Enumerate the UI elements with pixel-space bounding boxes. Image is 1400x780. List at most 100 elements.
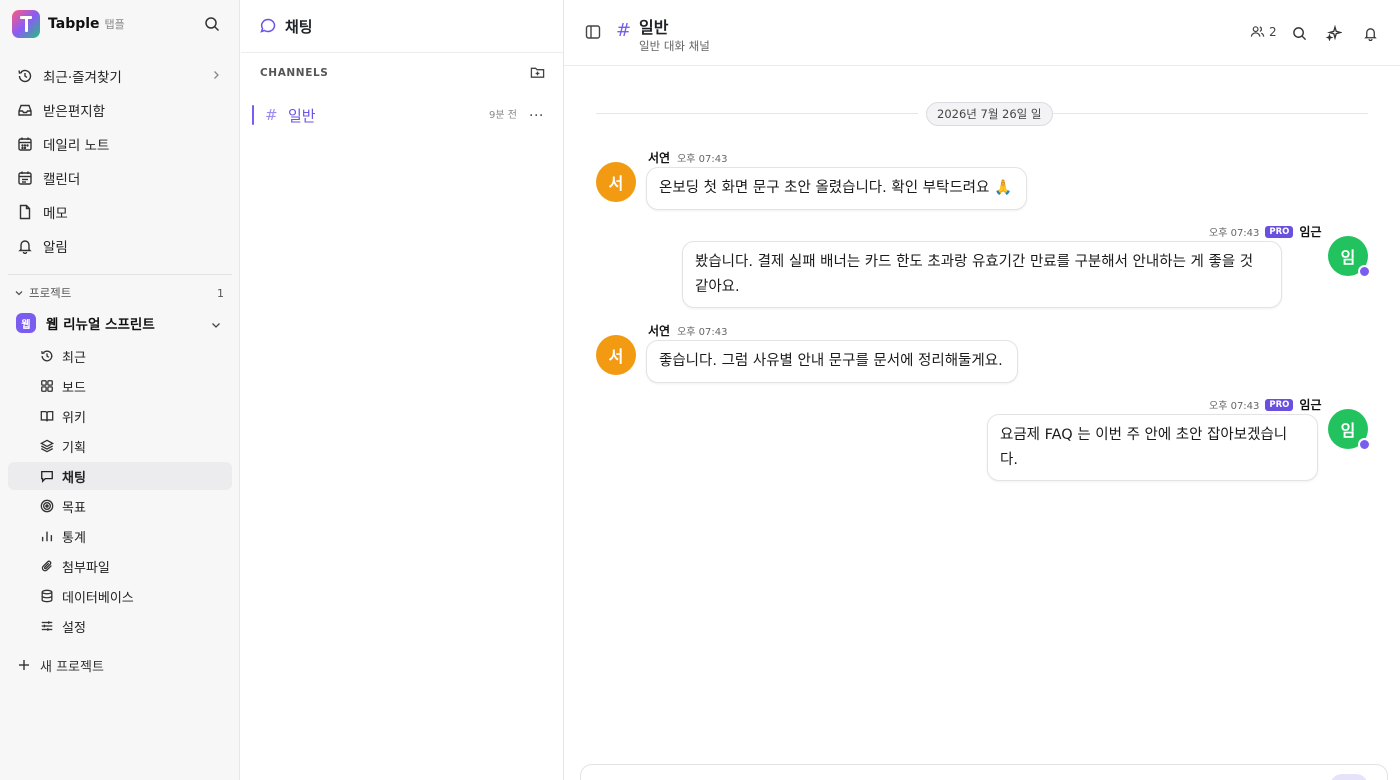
project-item-label: 위키 — [62, 410, 86, 426]
sparkles-icon[interactable] — [1324, 23, 1344, 43]
new-project-button[interactable]: 새 프로젝트 — [8, 652, 232, 678]
nav-label: 캘린더 — [43, 172, 81, 188]
project-item-database[interactable]: 데이터베이스 — [8, 582, 232, 610]
nav-inbox[interactable]: 받은편지함 — [8, 95, 232, 125]
message-author: 임근 — [1299, 225, 1322, 239]
projects-header[interactable]: 프로젝트 1 — [8, 284, 232, 302]
message-input[interactable] — [580, 764, 1388, 780]
project-item-label: 설정 — [62, 620, 86, 636]
history-icon — [39, 348, 55, 364]
message-bubble: 온보딩 첫 화면 문구 초안 올렸습니다. 확인 부탁드려요 🙏 — [646, 167, 1027, 210]
project-web-renewal[interactable]: 웹 웹 리뉴얼 스프린트 — [8, 310, 232, 336]
project-item-label: 채팅 — [62, 470, 86, 486]
channel-item-general[interactable]: # 일반 9분 전 ... — [251, 101, 551, 129]
avatar[interactable]: 임 — [1328, 236, 1371, 278]
users-icon — [1250, 26, 1265, 37]
project-name: 웹 리뉴얼 스프린트 — [46, 317, 155, 333]
nav-daily-note[interactable]: 데일리 노트 — [8, 129, 232, 159]
message-author: 서연 — [648, 151, 671, 165]
status-indicator — [1358, 265, 1371, 278]
date-divider-line — [596, 113, 918, 114]
bar-chart-icon — [39, 528, 55, 544]
brand-name: Tabple — [48, 16, 100, 32]
chevron-right-icon — [210, 69, 222, 85]
channel-panel: 채팅 CHANNELS # 일반 9분 전 ... — [241, 0, 564, 780]
chat-bubble-icon — [259, 17, 277, 35]
project-item-label: 데이터베이스 — [62, 590, 134, 606]
grid-icon — [39, 378, 55, 394]
projects-header-label: 프로젝트 — [29, 286, 72, 300]
nav-label: 알림 — [43, 240, 68, 256]
hash-icon: # — [265, 106, 278, 124]
message-time: 오후 07:43 — [1209, 228, 1260, 239]
members-button[interactable]: 2 — [1250, 24, 1277, 39]
project-item-label: 최근 — [62, 350, 86, 366]
avatar[interactable]: 서 — [596, 162, 636, 202]
calendar-icon — [16, 169, 34, 187]
avatar-initial: 임 — [1340, 421, 1356, 440]
member-count: 2 — [1269, 24, 1277, 39]
nav-label: 데일리 노트 — [43, 138, 110, 154]
project-item-label: 통계 — [62, 530, 86, 546]
message-meta: 오후 07:43 PRO 임근 — [1209, 223, 1322, 240]
channels-section-label: CHANNELS — [260, 67, 329, 79]
history-icon — [16, 67, 34, 85]
book-icon — [39, 408, 55, 424]
nav-memo[interactable]: 메모 — [8, 197, 232, 227]
search-icon[interactable] — [1289, 23, 1309, 43]
project-badge: 웹 — [16, 313, 36, 333]
message-time: 오후 07:43 — [677, 327, 728, 338]
more-options-icon[interactable]: ... — [529, 104, 544, 120]
database-icon — [39, 588, 55, 604]
nav-label: 메모 — [43, 206, 68, 222]
plus-icon — [16, 659, 32, 671]
message-bubble: 봤습니다. 결제 실패 배너는 카드 한도 초과랑 유효기간 만료를 구분해서 … — [682, 241, 1282, 308]
chevron-down-icon[interactable] — [210, 316, 222, 335]
date-divider-line — [1052, 113, 1368, 114]
nav-recent-favorites[interactable]: 최근·즐겨찾기 — [8, 61, 232, 91]
sidebar-divider — [8, 274, 232, 275]
sliders-icon — [39, 618, 55, 634]
send-button[interactable] — [1330, 774, 1368, 780]
project-item-stats[interactable]: 통계 — [8, 522, 232, 550]
chat-channel-title: 일반 — [639, 18, 669, 37]
project-item-planning[interactable]: 기획 — [8, 432, 232, 460]
project-item-label: 보드 — [62, 380, 86, 396]
chat-area: # 일반 일반 대화 채널 2 2026년 7월 26일 일 서 서연 오후 0… — [564, 0, 1400, 780]
brand[interactable]: Tabple 탭플 — [12, 10, 125, 38]
paperclip-icon — [39, 558, 55, 574]
chat-icon — [39, 468, 55, 484]
message-bubble: 좋습니다. 그럼 사유별 안내 문구를 문서에 정리해둘게요. — [646, 340, 1018, 383]
project-item-goals[interactable]: 목표 — [8, 492, 232, 520]
sidebar: Tabple 탭플 최근·즐겨찾기 받은편지함 데일리 노트 캘린더 메모 알림… — [0, 0, 240, 780]
add-folder-icon[interactable] — [530, 65, 545, 84]
project-item-chat[interactable]: 채팅 — [8, 462, 232, 490]
message-time: 오후 07:43 — [677, 154, 728, 165]
bell-icon — [16, 237, 34, 255]
project-item-recent[interactable]: 최근 — [8, 342, 232, 370]
avatar[interactable]: 서 — [596, 335, 636, 375]
date-divider: 2026년 7월 26일 일 — [926, 102, 1053, 126]
channel-time: 9분 전 — [489, 110, 517, 121]
sidebar-toggle-icon[interactable] — [585, 24, 601, 44]
project-item-attachments[interactable]: 첨부파일 — [8, 552, 232, 580]
bell-icon[interactable] — [1360, 23, 1380, 43]
project-item-wiki[interactable]: 위키 — [8, 402, 232, 430]
chat-channel-description: 일반 대화 채널 — [639, 39, 710, 53]
avatar[interactable]: 임 — [1328, 409, 1371, 451]
brand-subtitle: 탭플 — [104, 18, 125, 31]
project-item-board[interactable]: 보드 — [8, 372, 232, 400]
search-icon[interactable] — [202, 14, 222, 34]
message-meta: 서연 오후 07:43 — [648, 322, 728, 339]
layers-icon — [39, 438, 55, 454]
divider — [241, 52, 563, 53]
nav-notifications[interactable]: 알림 — [8, 231, 232, 261]
message-author: 임근 — [1299, 398, 1322, 412]
status-indicator — [1358, 438, 1371, 451]
nav-label: 최근·즐겨찾기 — [43, 70, 122, 86]
chat-header: # 일반 일반 대화 채널 2 — [564, 0, 1400, 66]
project-item-settings[interactable]: 설정 — [8, 612, 232, 640]
nav-calendar[interactable]: 캘린더 — [8, 163, 232, 193]
hash-icon: # — [616, 20, 632, 41]
active-indicator — [252, 105, 254, 125]
